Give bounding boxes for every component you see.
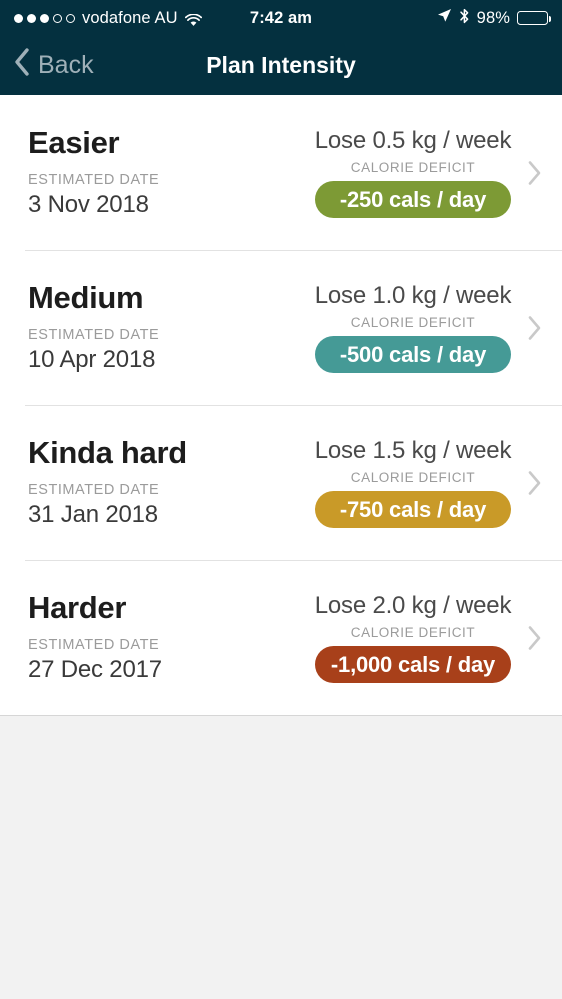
calorie-deficit-label: CALORIE DEFICIT [350,315,476,330]
battery-icon [517,11,552,25]
calorie-deficit-badge: -750 cals / day [315,491,511,528]
calorie-deficit-badge: -500 cals / day [315,336,511,373]
calorie-deficit-badge: -250 cals / day [315,181,511,218]
plan-row-right: Lose 0.5 kg / week CALORIE DEFICIT -250 … [308,127,548,218]
calorie-deficit-label: CALORIE DEFICIT [350,625,476,640]
estimated-date-value: 27 Dec 2017 [28,656,162,684]
navigation-bar: Back Plan Intensity [0,36,562,95]
signal-dot-3 [40,13,49,23]
plan-name: Harder [28,589,127,625]
signal-dot-1 [14,13,23,23]
app-root: vodafone AU 7:42 am 98% Back Plan Intens… [0,0,562,999]
plan-row-right: Lose 1.5 kg / week CALORIE DEFICIT -750 … [308,437,548,528]
plan-row-right: Lose 1.0 kg / week CALORIE DEFICIT -500 … [308,282,548,373]
estimated-date-value: 10 Apr 2018 [28,346,156,374]
estimated-date-value: 31 Jan 2018 [28,501,158,529]
chevron-right-icon [528,160,542,185]
signal-dot-2 [27,13,36,23]
plan-row-left: Easier ESTIMATED DATE 3 Nov 2018 [28,124,308,219]
plan-intensity-list: Easier ESTIMATED DATE 3 Nov 2018 Lose 0.… [0,95,562,716]
weekly-rate: Lose 1.5 kg / week [314,437,512,464]
plan-row-easier[interactable]: Easier ESTIMATED DATE 3 Nov 2018 Lose 0.… [0,95,562,250]
weekly-rate: Lose 2.0 kg / week [314,592,512,619]
chevron-right-icon [528,625,542,650]
estimated-date-label: ESTIMATED DATE [28,637,160,654]
page-background-filler [0,716,562,999]
back-button-label: Back [38,51,94,79]
status-bar: vodafone AU 7:42 am 98% [0,0,562,36]
chevron-left-icon [14,48,30,83]
status-bar-right: 98% [437,8,552,29]
chevron-right-icon [528,470,542,495]
plan-name: Medium [28,279,144,315]
signal-strength-dots [14,13,75,23]
back-button[interactable]: Back [14,48,94,83]
estimated-date-label: ESTIMATED DATE [28,327,160,344]
weekly-rate: Lose 1.0 kg / week [314,282,512,309]
calorie-deficit-badge: -1,000 cals / day [314,646,512,683]
signal-dot-5 [66,13,75,23]
estimated-date-label: ESTIMATED DATE [28,482,160,499]
plan-row-right: Lose 2.0 kg / week CALORIE DEFICIT -1,00… [308,592,548,683]
plan-row-kinda-hard[interactable]: Kinda hard ESTIMATED DATE 31 Jan 2018 Lo… [0,405,562,560]
calorie-deficit-label: CALORIE DEFICIT [350,160,476,175]
location-arrow-icon [437,8,452,28]
status-bar-left: vodafone AU [14,9,202,28]
plan-name: Kinda hard [28,434,187,470]
plan-row-harder[interactable]: Harder ESTIMATED DATE 27 Dec 2017 Lose 2… [0,560,562,715]
bluetooth-icon [459,8,470,29]
plan-row-left: Medium ESTIMATED DATE 10 Apr 2018 [28,279,308,374]
weekly-rate: Lose 0.5 kg / week [314,127,512,154]
wifi-icon [184,12,202,26]
estimated-date-label: ESTIMATED DATE [28,172,160,189]
estimated-date-value: 3 Nov 2018 [28,191,149,219]
carrier-name: vodafone AU [82,8,178,27]
signal-dot-4 [53,13,62,23]
calorie-deficit-label: CALORIE DEFICIT [350,470,476,485]
battery-percentage: 98% [476,8,510,27]
plan-name: Easier [28,124,120,160]
chevron-right-icon [528,315,542,340]
plan-row-medium[interactable]: Medium ESTIMATED DATE 10 Apr 2018 Lose 1… [0,250,562,405]
plan-row-left: Harder ESTIMATED DATE 27 Dec 2017 [28,589,308,684]
plan-row-left: Kinda hard ESTIMATED DATE 31 Jan 2018 [28,434,308,529]
